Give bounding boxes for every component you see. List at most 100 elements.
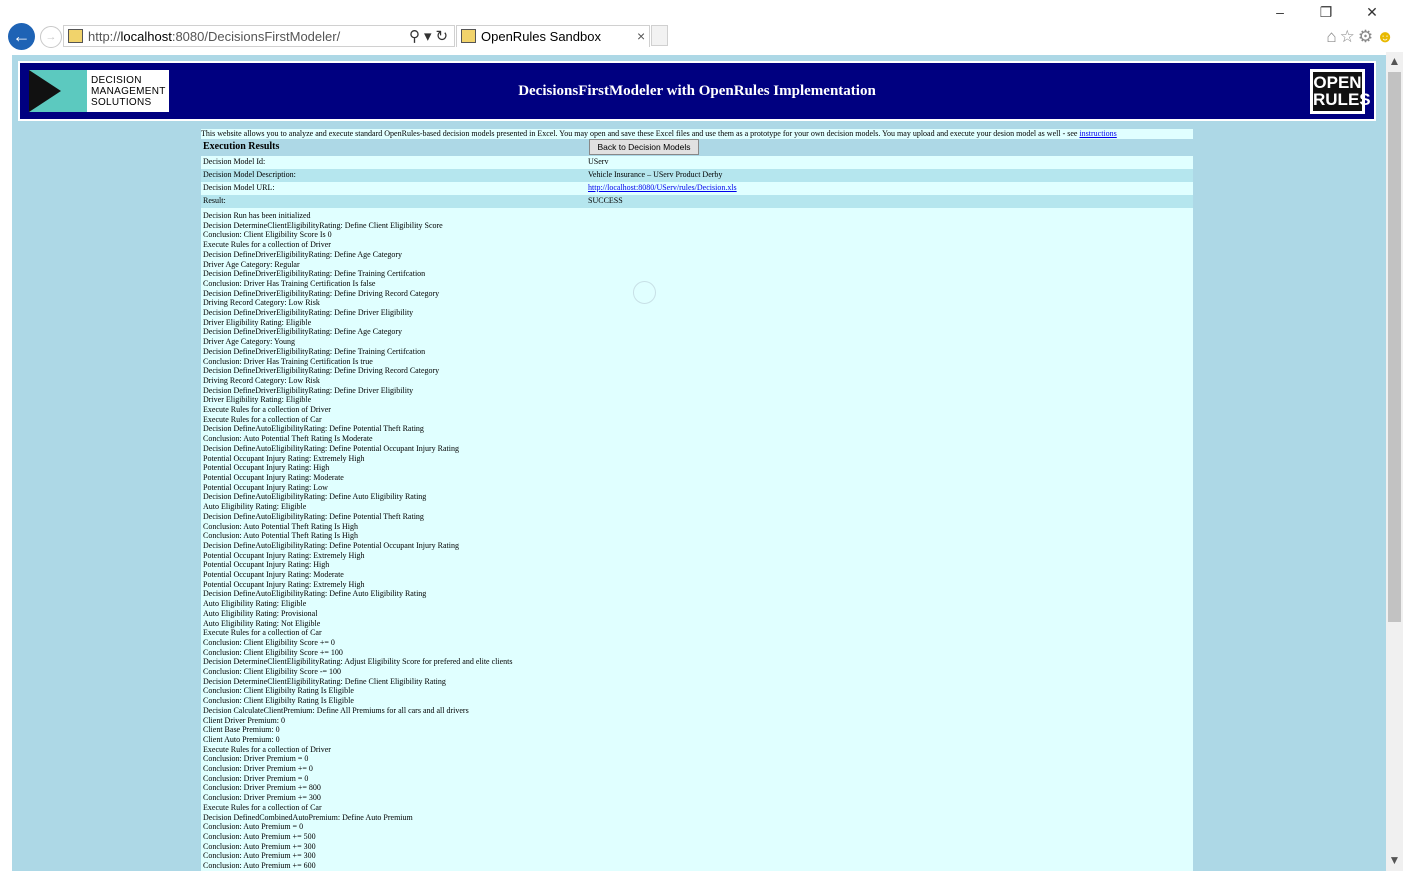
log-line: Conclusion: Client Eligibility Score += … [203,637,335,647]
log-line: Execute Rules for a collection of Car [203,628,322,638]
log-line: Potential Occupant Injury Rating: Extrem… [203,453,365,463]
info-label: Decision Model Description: [203,170,296,179]
log-line: Driver Age Category: Young [203,337,295,347]
log-line: Decision CalculateClientPremium: Define … [203,705,469,715]
log-line: Decision DefineDriverEligibilityRating: … [203,269,426,279]
log-line: Conclusion: Client Eligibility Score += … [203,647,343,657]
loading-spinner-icon [633,281,656,304]
log-line: Auto Eligibility Rating: Eligible [203,599,307,609]
execution-results-title: Execution Results [203,141,280,152]
log-line: Conclusion: Driver Premium += 0 [203,764,313,774]
log-line: Potential Occupant Injury Rating: Extrem… [203,579,365,589]
info-value: Vehicle Insurance – UServ Product Derby [588,170,723,179]
log-line: Decision DefineAutoEligibilityRating: De… [203,443,459,453]
scroll-thumb[interactable] [1388,72,1401,622]
search-icon[interactable]: ⚲ [409,28,424,45]
log-line: Decision DefineAutoEligibilityRating: De… [203,424,424,434]
log-line: Client Auto Premium: 0 [203,734,280,744]
restore-icon[interactable]: ❐ [1303,4,1349,21]
log-line: Auto Eligibility Rating: Eligible [203,502,307,512]
execution-header: Execution Results Back to Decision Model… [201,139,1193,156]
log-line: Decision DefineAutoEligibilityRating: De… [203,492,427,502]
back-arrow-icon[interactable]: ← [8,23,35,50]
log-line: Conclusion: Driver Premium += 300 [203,793,321,803]
log-line: Driving Record Category: Low Risk [203,375,320,385]
main-content: This website allows you to analyze and e… [201,129,1193,871]
log-line: Conclusion: Auto Potential Theft Rating … [203,531,358,541]
log-line: Execute Rules for a collection of Car [203,802,322,812]
intro-text: This website allows you to analyze and e… [201,129,1193,139]
log-line: Decision DefineDriverEligibilityRating: … [203,385,414,395]
info-value: SUCCESS [588,196,623,205]
instructions-link[interactable]: instructions [1079,129,1116,138]
page-viewport: DECISION MANAGEMENT SOLUTIONS DecisionsF… [12,55,1386,871]
log-line: Conclusion: Driver Premium = 0 [203,754,309,764]
tab-close-icon[interactable]: × [637,28,645,44]
log-line: Conclusion: Auto Premium += 600 [203,861,316,871]
new-tab-button[interactable] [651,25,668,46]
browser-tab[interactable]: OpenRules Sandbox × [456,25,650,47]
address-bar[interactable]: http://localhost:8080/DecisionsFirstMode… [63,25,455,47]
log-line: Potential Occupant Injury Rating: High [203,560,330,570]
log-line: Decision DetermineClientEligibilityRatin… [203,676,446,686]
search-refresh-icons[interactable]: ⚲▾↻ [409,27,452,45]
log-line: Conclusion: Auto Premium += 300 [203,851,316,861]
info-value: http://localhost:8080/UServ/rules/Decisi… [588,182,737,194]
log-line: Conclusion: Auto Premium = 0 [203,822,304,832]
log-line: Potential Occupant Injury Rating: Modera… [203,472,344,482]
back-to-decision-models-button[interactable]: Back to Decision Models [589,139,699,155]
log-line: Conclusion: Client Eligibility Score Is … [203,230,332,240]
log-line: Potential Occupant Injury Rating: High [203,463,330,473]
log-line: Decision DefineAutoEligibilityRating: De… [203,511,424,521]
forward-arrow-icon[interactable]: → [40,26,62,48]
log-line: Auto Eligibility Rating: Provisional [203,608,318,618]
log-line: Execute Rules for a collection of Car [203,414,322,424]
browser-chrome: ← → http://localhost:8080/DecisionsFirst… [0,0,1403,52]
log-line: Decision DefineAutoEligibilityRating: De… [203,589,427,599]
log-line: Client Base Premium: 0 [203,725,280,735]
log-line: Decision DefineDriverEligibilityRating: … [203,249,403,259]
log-line: Decision DefineDriverEligibilityRating: … [203,366,440,376]
home-icon[interactable]: ⌂ [1326,27,1339,46]
log-line: Conclusion: Driver Premium = 0 [203,773,309,783]
model-url-link[interactable]: http://localhost:8080/UServ/rules/Decisi… [588,183,737,192]
log-line: Decision DefineDriverEligibilityRating: … [203,288,440,298]
page-title: DecisionsFirstModeler with OpenRules Imp… [518,83,876,99]
close-window-icon[interactable]: ✕ [1349,4,1395,21]
scroll-up-icon[interactable]: ▲ [1388,54,1401,68]
gear-icon[interactable]: ⚙ [1358,27,1376,46]
log-line: Client Driver Premium: 0 [203,715,285,725]
log-line: Conclusion: Client Eligibility Score -= … [203,667,342,677]
scroll-down-icon[interactable]: ▼ [1388,853,1401,867]
log-line: Decision Run has been initialized [203,211,311,220]
log-line: Decision DetermineClientEligibilityRatin… [203,657,513,667]
log-line: Driver Eligibility Rating: Eligible [203,395,312,405]
model-id-row: Decision Model Id: UServ [201,156,1193,169]
log-line: Conclusion: Auto Premium += 300 [203,841,316,851]
chevron-down-icon[interactable]: ▾ [424,28,436,45]
minimize-icon[interactable]: – [1257,4,1303,20]
url-text[interactable]: http://localhost:8080/DecisionsFirstMode… [88,29,340,44]
execution-log: Decision Run has been initialized Decisio… [201,208,1193,871]
openrules-logo: OPEN RULES [1310,69,1371,114]
vertical-scrollbar[interactable]: ▲ ▼ [1386,52,1403,871]
log-line: Auto Eligibility Rating: Not Eligible [203,618,321,628]
log-line: Execute Rules for a collection of Driver [203,240,331,250]
log-line: Potential Occupant Injury Rating: Modera… [203,570,344,580]
log-line: Execute Rules for a collection of Driver [203,744,331,754]
log-line: Driver Age Category: Regular [203,259,300,269]
header-banner: DECISION MANAGEMENT SOLUTIONS DecisionsF… [18,61,1376,121]
smiley-feedback-icon[interactable]: ☻ [1376,27,1397,46]
log-line: Driving Record Category: Low Risk [203,298,320,308]
site-favicon-icon [68,29,83,43]
log-line: Conclusion: Client Eligibilty Rating Is … [203,696,354,706]
log-line: Conclusion: Auto Potential Theft Rating … [203,434,373,444]
star-icon[interactable]: ☆ [1340,27,1358,46]
log-line: Execute Rules for a collection of Driver [203,405,331,415]
info-label: Result: [203,196,226,205]
info-value: UServ [588,157,609,166]
refresh-icon[interactable]: ↻ [436,28,453,45]
log-line: Decision DefineDriverEligibilityRating: … [203,308,414,318]
result-row: Result: SUCCESS [201,195,1193,208]
info-label: Decision Model URL: [203,183,275,192]
